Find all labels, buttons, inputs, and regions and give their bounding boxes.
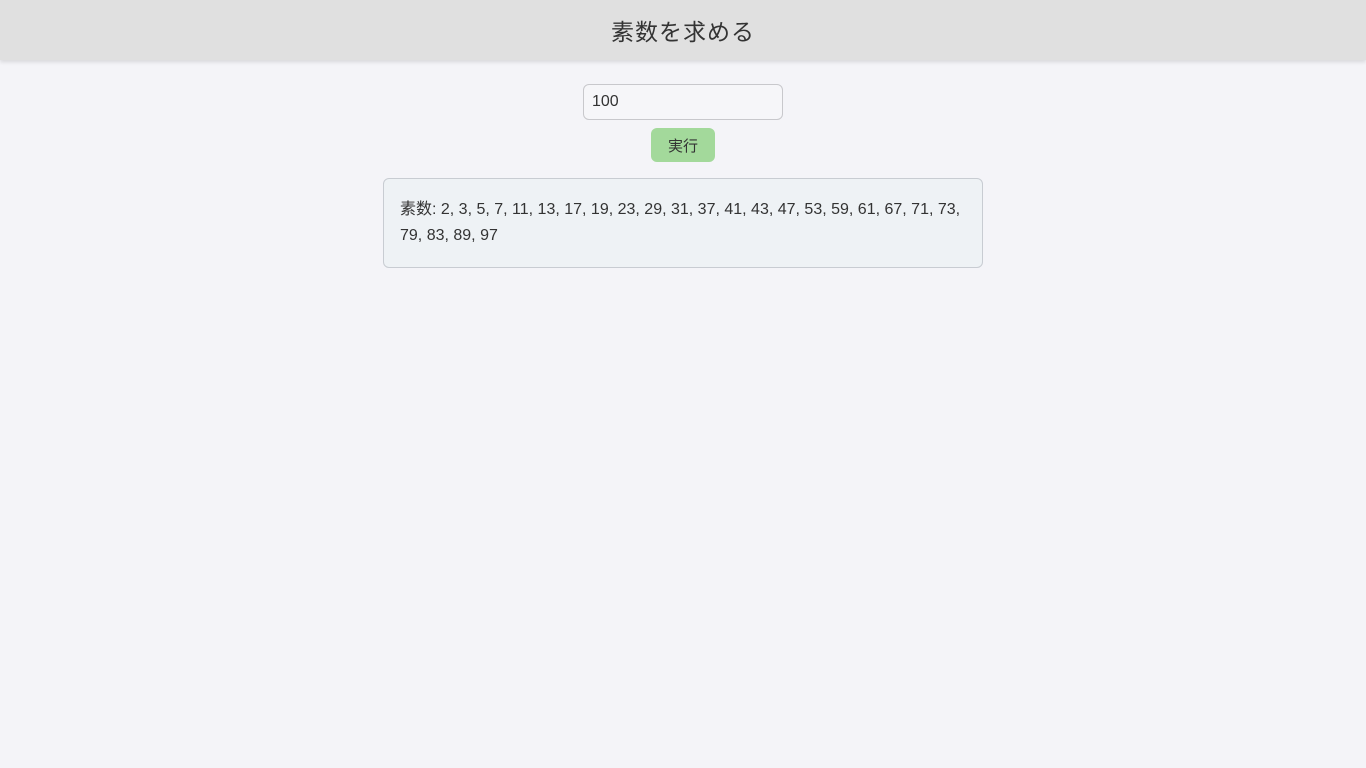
result-box: 素数: 2, 3, 5, 7, 11, 13, 17, 19, 23, 29, … [383,178,983,268]
page-title: 素数を求める [611,20,755,46]
run-button[interactable]: 実行 [651,128,715,162]
main-content: 実行 素数: 2, 3, 5, 7, 11, 13, 17, 19, 23, 2… [0,60,1366,268]
result-text: 素数: 2, 3, 5, 7, 11, 13, 17, 19, 23, 29, … [400,201,961,244]
number-input[interactable] [583,84,783,120]
app-header: 素数を求める [0,0,1366,60]
